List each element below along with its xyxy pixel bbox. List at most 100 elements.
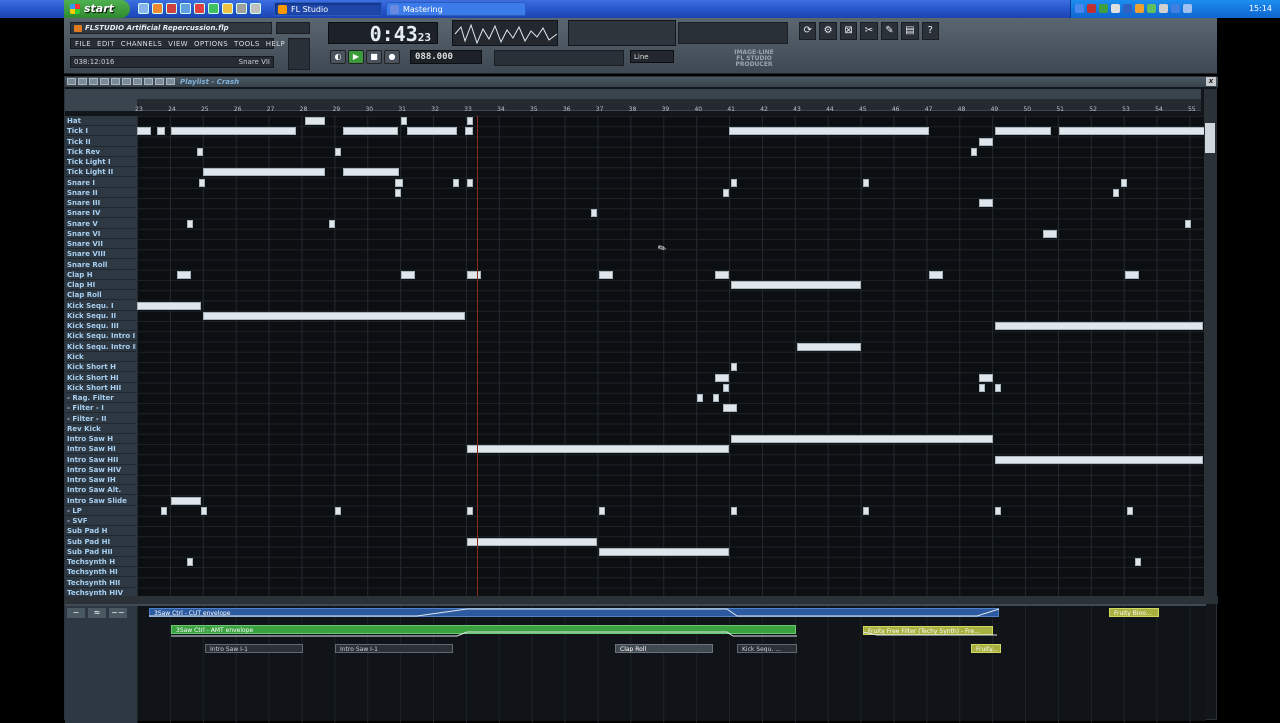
menu-view[interactable]: VIEW — [166, 39, 190, 48]
pattern-block[interactable] — [731, 281, 861, 290]
pattern-block[interactable] — [599, 547, 729, 556]
pattern-block[interactable] — [157, 127, 165, 136]
pattern-block[interactable] — [797, 342, 861, 351]
automation-clip-free-filter[interactable]: Fruity Free Filter (Techy Synth) - Fre..… — [863, 626, 993, 635]
pattern-clip-clap-roll[interactable]: Clap Roll — [615, 644, 713, 653]
tray-icon-5[interactable] — [1123, 4, 1132, 13]
snap-select[interactable]: Line — [630, 50, 674, 63]
pattern-block[interactable] — [203, 168, 325, 177]
quicklaunch-icon-2[interactable] — [152, 3, 163, 14]
tray-icon-4[interactable] — [1111, 4, 1120, 13]
scroll-thumb[interactable] — [1205, 123, 1215, 153]
track-name[interactable]: Snare I — [66, 178, 136, 188]
record-button[interactable]: ● — [384, 50, 400, 64]
pattern-block[interactable] — [137, 301, 201, 310]
vertical-scrollbar[interactable] — [1204, 89, 1216, 597]
track-name[interactable]: Snare VI — [66, 229, 136, 239]
help-tool[interactable]: ? — [921, 22, 939, 40]
track-name[interactable]: Tick Light I — [66, 157, 136, 168]
track-name[interactable]: Intro Saw HI — [66, 444, 136, 455]
track-name[interactable]: Intro Saw HIV — [66, 465, 136, 475]
track-name[interactable]: - Rag. Filter — [66, 393, 136, 404]
tray-icon-3[interactable] — [1099, 4, 1108, 13]
pattern-clip-intro-saw-2[interactable]: Intro Saw I-1 — [335, 644, 453, 653]
stop-button[interactable]: ■ — [366, 50, 382, 64]
menu-file[interactable]: FILE — [73, 39, 93, 48]
play-button[interactable]: ▶ — [348, 50, 364, 64]
track-name[interactable]: Kick Short HI — [66, 373, 136, 383]
pattern-block[interactable] — [723, 404, 737, 413]
draw-tool[interactable]: ✎ — [880, 22, 899, 40]
pattern-block[interactable] — [591, 209, 597, 218]
timeline-scrollbar[interactable] — [137, 89, 1201, 99]
automation-tab-1[interactable]: ~ — [67, 608, 85, 618]
pattern-block[interactable] — [599, 506, 605, 515]
quicklaunch-icon-9[interactable] — [250, 3, 261, 14]
track-name[interactable]: Snare III — [66, 198, 136, 209]
automation-tab-3[interactable]: ~~ — [109, 608, 127, 618]
quicklaunch-icon-4[interactable] — [180, 3, 191, 14]
tool-icon[interactable] — [155, 78, 164, 85]
tray-icon-2[interactable] — [1087, 4, 1096, 13]
track-name[interactable]: Intro Saw IH — [66, 475, 136, 486]
tray-icon-7[interactable] — [1147, 4, 1156, 13]
quicklaunch-icon-6[interactable] — [208, 3, 219, 14]
track-name[interactable]: Snare II — [66, 188, 136, 198]
pattern-block[interactable] — [1127, 506, 1133, 515]
track-name[interactable]: Snare IV — [66, 208, 136, 219]
pattern-block[interactable] — [1121, 178, 1127, 187]
pattern-block[interactable] — [467, 178, 473, 187]
pattern-block[interactable] — [1043, 229, 1057, 238]
track-name[interactable]: Techsynth HII — [66, 578, 136, 588]
playlist-titlebar[interactable]: Playlist - Crash x — [65, 77, 1218, 87]
track-name[interactable]: Tick II — [66, 137, 136, 147]
pattern-block[interactable] — [723, 383, 729, 392]
track-name[interactable]: Intro Saw Alt. — [66, 485, 136, 496]
pattern-block[interactable] — [715, 373, 729, 382]
tray-icon-9[interactable] — [1171, 4, 1180, 13]
track-name[interactable]: Hat — [66, 116, 136, 126]
quicklaunch-icon-3[interactable] — [166, 3, 177, 14]
pattern-block[interactable] — [995, 383, 1001, 392]
pattern-block[interactable] — [729, 127, 929, 136]
pattern-block[interactable] — [395, 188, 401, 197]
pattern-block[interactable] — [201, 506, 207, 515]
track-name[interactable]: Techsynth HI — [66, 567, 136, 578]
pattern-block[interactable] — [995, 455, 1203, 464]
pattern-block[interactable] — [929, 270, 943, 279]
pattern-block[interactable] — [453, 178, 459, 187]
pattern-block[interactable] — [465, 127, 473, 136]
pattern-block[interactable] — [343, 168, 399, 177]
track-name[interactable]: - SVF — [66, 516, 136, 527]
pattern-block[interactable] — [407, 127, 457, 136]
track-name[interactable]: Rev Kick — [66, 424, 136, 434]
pattern-block[interactable] — [1185, 219, 1191, 228]
pattern-block[interactable] — [979, 383, 985, 392]
tool-icon[interactable] — [144, 78, 153, 85]
pattern-block[interactable] — [187, 558, 193, 567]
automation-clip-fruity-bloo[interactable]: Fruity Bloo... — [1109, 608, 1159, 617]
tool-icon[interactable] — [100, 78, 109, 85]
menu-tools[interactable]: TOOLS — [232, 39, 262, 48]
pattern-block[interactable] — [335, 506, 341, 515]
mini-mixer[interactable] — [568, 20, 676, 46]
pattern-block[interactable] — [467, 537, 597, 546]
quicklaunch-icon-7[interactable] — [222, 3, 233, 14]
menu-options[interactable]: OPTIONS — [192, 39, 230, 48]
channels-tool[interactable]: ⊠ — [839, 22, 858, 40]
pattern-block[interactable] — [197, 147, 203, 156]
pattern-block[interactable] — [187, 219, 193, 228]
track-name[interactable]: Intro Saw H — [66, 434, 136, 445]
tool-icon[interactable] — [122, 78, 131, 85]
track-name[interactable]: Kick Sequ. Intro I — [66, 331, 136, 342]
pattern-block[interactable] — [731, 435, 993, 444]
cut-tool[interactable]: ✂ — [860, 22, 878, 40]
tray-icon-6[interactable] — [1135, 4, 1144, 13]
pattern-block[interactable] — [863, 506, 869, 515]
undo-tool[interactable]: ⟳ — [799, 22, 817, 40]
pattern-block[interactable] — [697, 394, 703, 403]
track-name[interactable]: Tick I — [66, 126, 136, 137]
pattern-block[interactable] — [1125, 270, 1139, 279]
pattern-block[interactable] — [171, 127, 296, 136]
track-name[interactable]: Snare VIII — [66, 249, 136, 260]
